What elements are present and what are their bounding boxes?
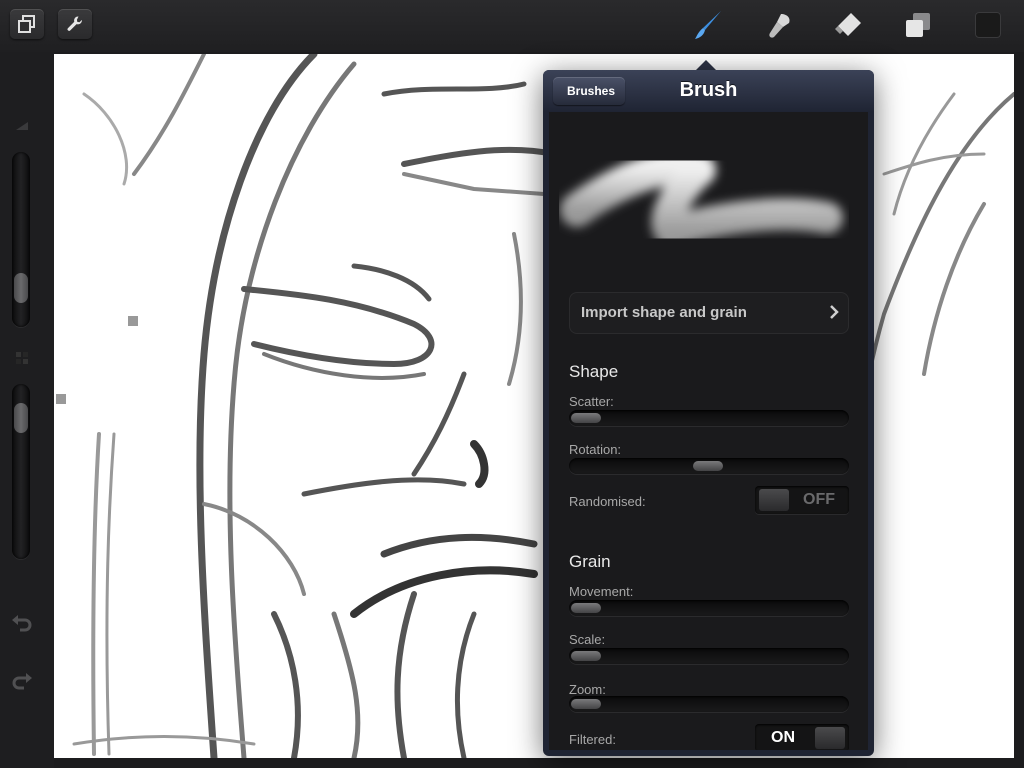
scale-label: Scale:: [569, 632, 606, 647]
color-button[interactable]: [970, 8, 1006, 42]
color-swatch: [975, 12, 1001, 38]
randomised-state: OFF: [803, 491, 835, 508]
brush-settings-popover: Brush Brushes Import shape and grain Sha…: [543, 70, 874, 756]
opacity-slider-knob[interactable]: [14, 403, 28, 433]
left-sidebar: [0, 52, 54, 768]
brush-size-indicator-icon: [16, 122, 28, 130]
back-to-brushes-button[interactable]: Brushes: [553, 77, 626, 105]
zoom-slider-thumb[interactable]: [571, 699, 601, 709]
scatter-slider[interactable]: [569, 410, 849, 426]
randomised-label: Randomised:: [569, 494, 646, 509]
rotation-slider[interactable]: [569, 458, 849, 474]
filtered-toggle[interactable]: ON: [755, 724, 849, 750]
actions-button[interactable]: [58, 9, 92, 39]
brush-size-slider[interactable]: [12, 152, 30, 327]
movement-slider-thumb[interactable]: [571, 603, 601, 613]
undo-arrow-icon: [12, 615, 32, 632]
layers-button[interactable]: [900, 8, 936, 42]
popover-body: Import shape and grain Shape Scatter: Ro…: [549, 112, 868, 750]
opacity-indicator-icon: [16, 352, 28, 364]
scale-slider[interactable]: [569, 648, 849, 664]
movement-slider[interactable]: [569, 600, 849, 616]
scale-slider-thumb[interactable]: [571, 651, 601, 661]
shape-section-title: Shape: [569, 362, 619, 381]
scatter-label: Scatter:: [569, 394, 614, 409]
redo-button[interactable]: [10, 670, 34, 695]
rotation-label: Rotation:: [569, 442, 622, 457]
brush-size-slider-knob[interactable]: [14, 273, 28, 303]
rotation-slider-thumb[interactable]: [693, 461, 723, 471]
filtered-label: Filtered:: [569, 732, 616, 747]
top-toolbar: [0, 0, 1024, 52]
eraser-tool-button[interactable]: [830, 8, 866, 42]
randomised-toggle[interactable]: OFF: [755, 486, 849, 514]
layers-icon: [906, 13, 930, 37]
brush-icon: [695, 11, 721, 39]
import-shape-grain-row[interactable]: Import shape and grain: [569, 292, 849, 334]
zoom-label: Zoom:: [569, 682, 606, 697]
gallery-button[interactable]: [10, 9, 44, 39]
movement-label: Movement:: [569, 584, 634, 599]
smudge-icon: [769, 14, 790, 38]
randomised-toggle-knob: [759, 489, 789, 511]
gallery-icon: [18, 15, 35, 33]
brush-stroke-preview: [560, 150, 843, 250]
import-shape-grain-label: Import shape and grain: [581, 304, 747, 321]
eraser-icon: [835, 13, 861, 36]
smudge-tool-button[interactable]: [760, 8, 796, 42]
wrench-icon: [67, 16, 82, 31]
popover-header: Brush Brushes: [543, 70, 874, 112]
opacity-slider[interactable]: [12, 384, 30, 559]
scatter-slider-thumb[interactable]: [571, 413, 601, 423]
redo-arrow-icon: [12, 673, 32, 690]
brush-tool-button[interactable]: [690, 8, 726, 42]
grain-section-title: Grain: [569, 552, 611, 571]
undo-button[interactable]: [10, 612, 34, 637]
zoom-slider[interactable]: [569, 696, 849, 712]
filtered-state: ON: [771, 729, 795, 746]
filtered-toggle-knob: [815, 727, 845, 749]
chevron-right-icon: [830, 305, 839, 319]
